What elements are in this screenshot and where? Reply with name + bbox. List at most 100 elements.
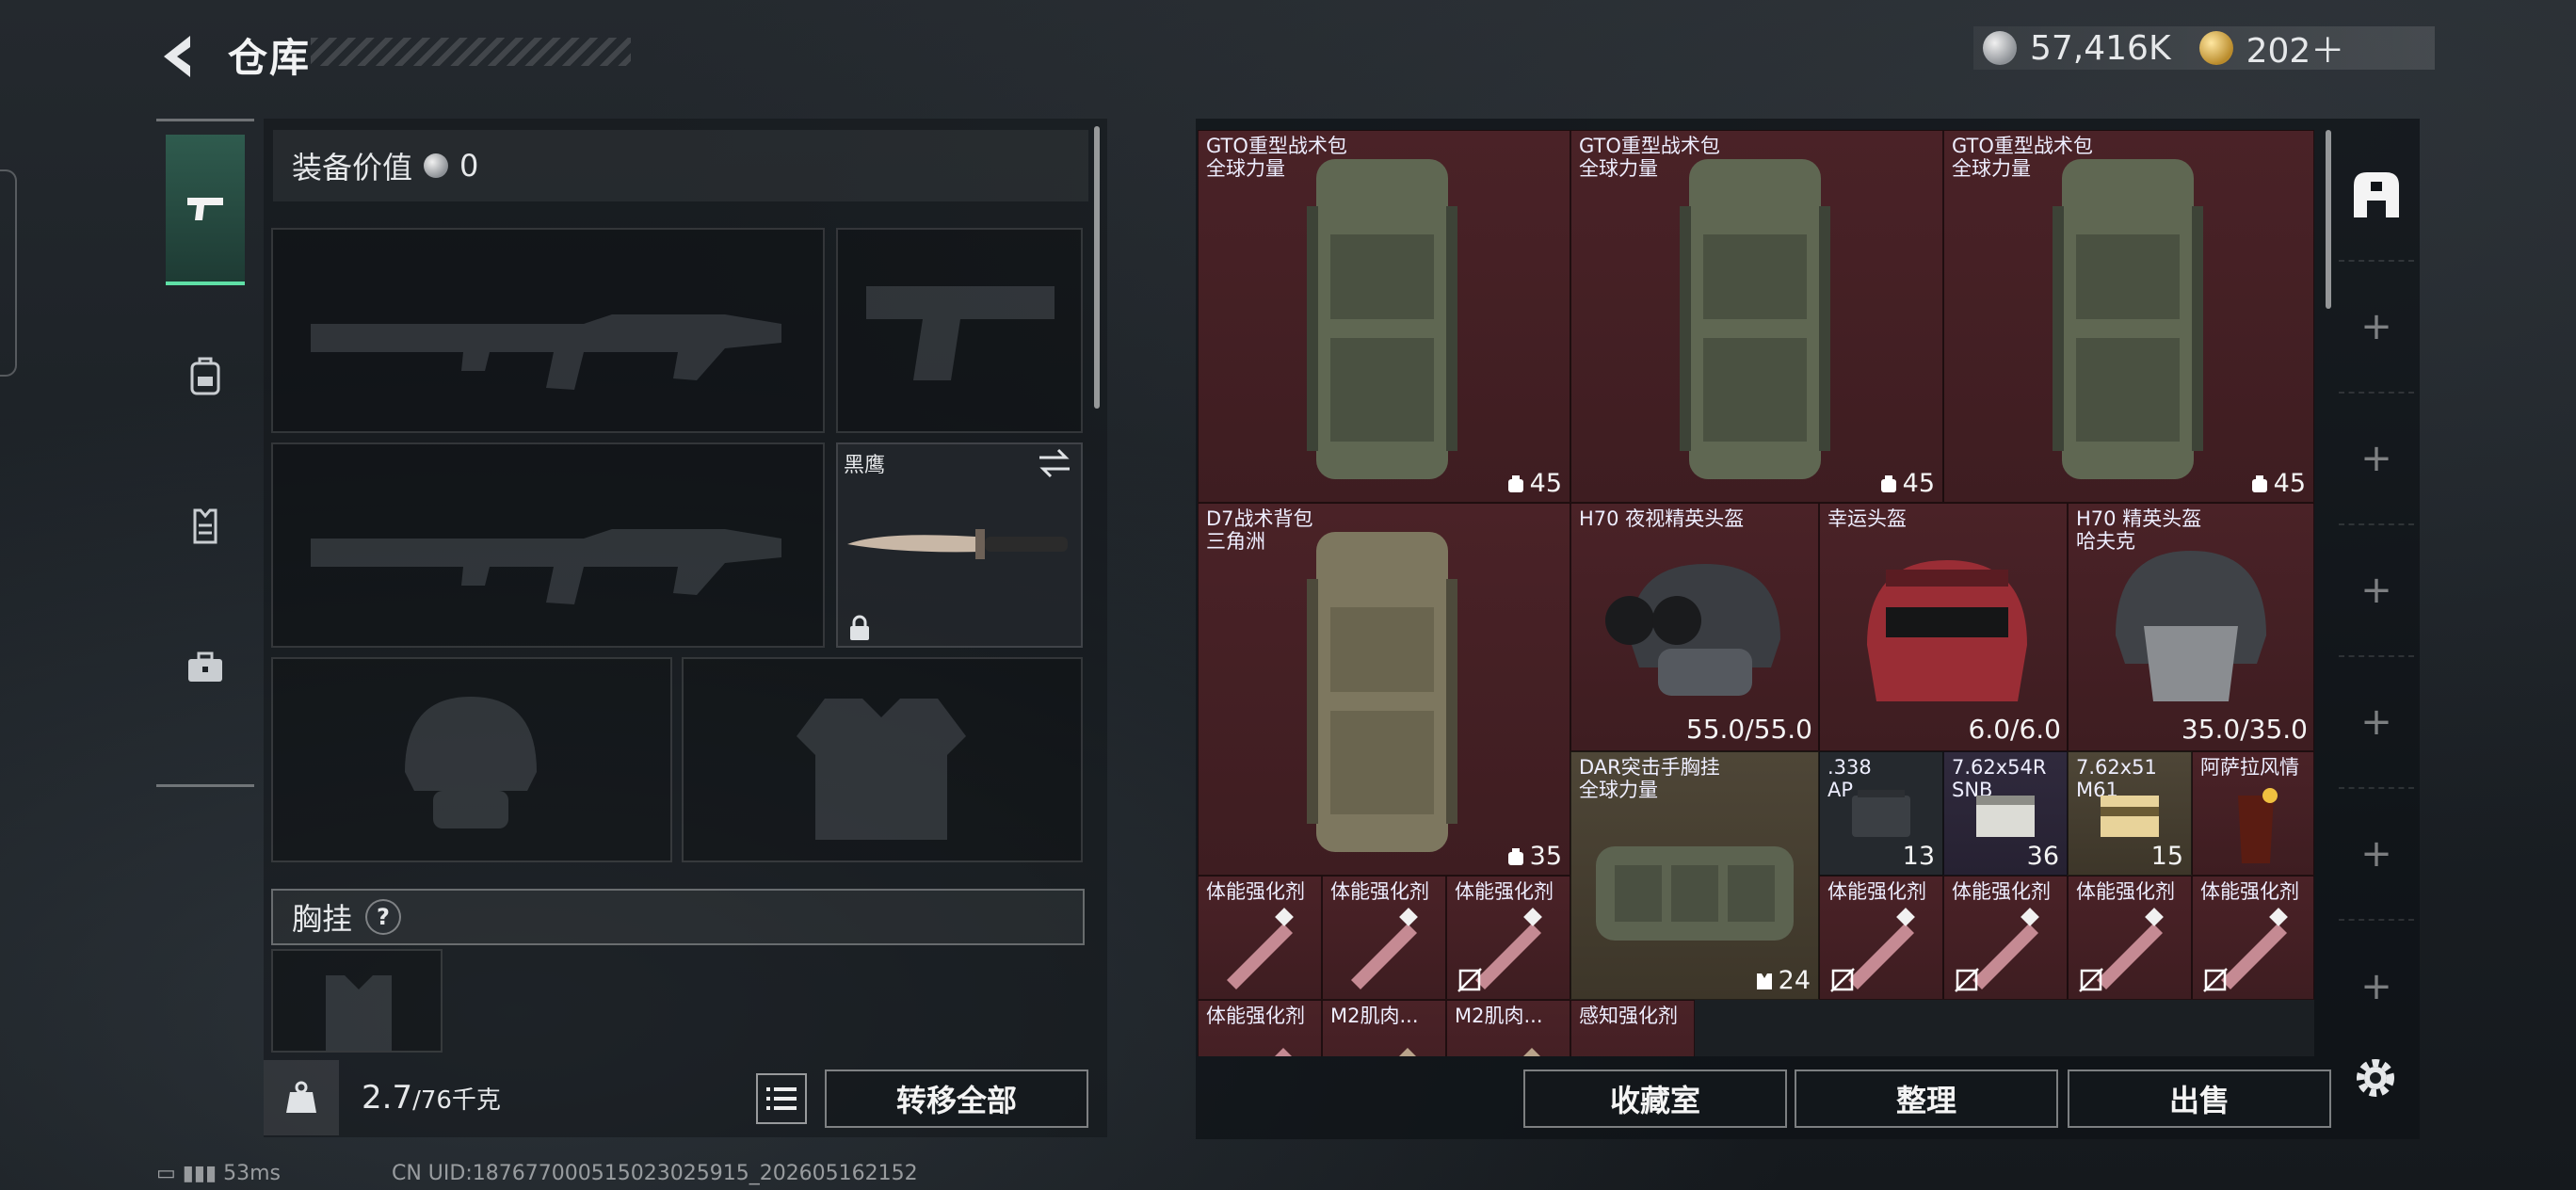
weight-indicator	[264, 1060, 339, 1135]
drink-glass-icon	[2238, 788, 2278, 863]
item-quantity: 35	[1505, 842, 1562, 871]
item-quantity: 45	[2249, 469, 2306, 498]
stash-item-stimulant[interactable]: M2肌肉...	[1322, 1000, 1446, 1056]
stash-item-stimulant[interactable]: 体能强化剂	[1819, 876, 1943, 1000]
stash-item-stimulant[interactable]: 体能强化剂	[2192, 876, 2314, 1000]
sidebar-item-toolbox[interactable]	[166, 592, 245, 743]
sidebar-item-weapons[interactable]	[166, 135, 245, 285]
help-badge[interactable]: ?	[365, 899, 402, 935]
add-stash-page-button[interactable]: +	[2339, 394, 2414, 525]
stash-item-stimulant[interactable]: 体能强化剂	[1943, 876, 2068, 1000]
item-durability: 6.0/6.0	[1968, 714, 2062, 745]
tactical-backpack-icon	[1680, 159, 1830, 479]
plus-icon: +	[2360, 437, 2392, 480]
pistol-icon	[187, 198, 223, 220]
syringe-icon	[1275, 1048, 1292, 1056]
stash-scrollbar[interactable]	[2326, 130, 2331, 309]
pistol-silhouette-icon	[866, 286, 1055, 380]
stash-item-backpack[interactable]: D7战术背包 三角洲 35	[1198, 503, 1570, 876]
backpack-icon	[190, 357, 220, 395]
stash-page-rail: + + + + + +	[2339, 130, 2414, 1034]
gear-icon[interactable]	[2350, 1053, 2401, 1103]
tactical-backpack-icon	[1307, 159, 1457, 479]
network-status: ▭ ▮▮▮ 53ms	[156, 1162, 281, 1185]
sidebar-item-armor[interactable]	[166, 451, 245, 602]
rifle-silhouette-icon	[311, 314, 781, 390]
list-view-button[interactable]	[756, 1073, 807, 1124]
title-decoration	[311, 38, 631, 66]
night-vision-helmet-icon	[1605, 564, 1780, 696]
ammo-box-icon	[2101, 796, 2159, 837]
primary-weapon-slot[interactable]	[271, 228, 825, 433]
item-name: 7.62x51	[2076, 756, 2157, 779]
syringe-icon	[1399, 1048, 1416, 1056]
ammo-can-icon	[1852, 790, 1910, 837]
tactical-backpack-icon	[1307, 532, 1457, 852]
stash-item-stimulant[interactable]: 感知强化剂	[1570, 1000, 1695, 1056]
item-name: 体能强化剂	[1206, 1005, 1305, 1027]
transfer-all-button[interactable]: 转移全部	[825, 1069, 1088, 1128]
swap-icon[interactable]	[1036, 446, 1073, 480]
lock-icon	[850, 615, 869, 640]
item-name: 感知强化剂	[1579, 1005, 1678, 1027]
stash-item-chest-rig[interactable]: DAR突击手胸挂 全球力量 24	[1570, 751, 1819, 1000]
sidebar-item-backpack[interactable]	[166, 300, 245, 451]
chest-rig-silhouette-icon	[326, 975, 392, 1051]
syringe-icon	[1227, 908, 1294, 989]
stash-item-stimulant[interactable]: 体能强化剂	[1198, 876, 1322, 1000]
helmet-slot[interactable]	[271, 657, 672, 862]
item-name: 体能强化剂	[1330, 880, 1429, 903]
organize-button[interactable]: 整理	[1795, 1069, 2058, 1128]
stash-item-ammo[interactable]: .338 AP 13	[1819, 751, 1943, 876]
stash-item-helmet[interactable]: H70 精英头盔 哈夫克 35.0/35.0	[2068, 503, 2314, 751]
equipment-scrollbar[interactable]	[1094, 126, 1100, 409]
item-subtitle: 全球力量	[1579, 779, 1658, 801]
stash-item-backpack[interactable]: GTO重型战术包 全球力量 45	[1943, 130, 2314, 503]
gold-coin-icon	[2198, 31, 2233, 65]
side-drawer-handle[interactable]	[0, 169, 17, 377]
add-stash-page-button[interactable]: +	[2339, 789, 2414, 921]
add-stash-page-button[interactable]: +	[2339, 525, 2414, 657]
plus-icon: +	[2360, 965, 2392, 1008]
add-stash-page-button[interactable]: +	[2339, 657, 2414, 789]
equipment-value: 0	[459, 148, 479, 184]
item-name: 体能强化剂	[1206, 880, 1305, 903]
stash-item-stimulant[interactable]: 体能强化剂	[1322, 876, 1446, 1000]
back-button[interactable]	[151, 28, 207, 85]
item-name: D7战术背包	[1206, 507, 1313, 530]
stash-item-ammo[interactable]: 7.62x54R SNB 36	[1943, 751, 2068, 876]
item-name: H70 夜视精英头盔	[1579, 507, 1745, 530]
stash-item-stimulant[interactable]: 体能强化剂	[2068, 876, 2192, 1000]
item-name: 体能强化剂	[1827, 880, 1926, 903]
add-stash-page-button[interactable]: +	[2339, 262, 2414, 394]
syringe-icon	[1523, 1048, 1540, 1056]
pistol-slot[interactable]	[836, 228, 1083, 433]
chest-rig-label: 胸挂	[292, 901, 353, 937]
stash-page-home[interactable]	[2339, 130, 2414, 262]
toolbox-icon	[188, 651, 222, 682]
stash-item-stimulant[interactable]: 体能强化剂	[1198, 1000, 1322, 1056]
current-weight: 2.7	[362, 1079, 413, 1117]
tactical-backpack-icon	[2053, 159, 2203, 479]
max-weight: /76千克	[412, 1086, 501, 1115]
stash-item-stimulant[interactable]: M2肌肉...	[1446, 1000, 1570, 1056]
sell-button[interactable]: 出售	[2068, 1069, 2331, 1128]
chest-rig-slot[interactable]	[271, 949, 443, 1053]
stash-item-helmet[interactable]: H70 夜视精英头盔 55.0/55.0	[1570, 503, 1819, 751]
stash-item-helmet[interactable]: 幸运头盔 6.0/6.0	[1819, 503, 2068, 751]
capacity-icon	[1507, 474, 1523, 492]
capacity-icon	[1507, 847, 1523, 865]
add-stash-page-button[interactable]: +	[2339, 921, 2414, 1053]
capacity-icon	[1880, 474, 1896, 492]
stash-item-backpack[interactable]: GTO重型战术包 全球力量 45	[1198, 130, 1570, 503]
stash-item-backpack[interactable]: GTO重型战术包 全球力量 45	[1570, 130, 1943, 503]
body-armor-slot[interactable]	[682, 657, 1083, 862]
stash-item-ammo[interactable]: 7.62x51 M61 15	[2068, 751, 2192, 876]
secondary-weapon-slot[interactable]	[271, 442, 825, 648]
stash-item-drink[interactable]: 阿萨拉风情	[2192, 751, 2314, 876]
currency-bar[interactable]: 57,416K 202＋	[1973, 26, 2435, 71]
helmet-silhouette-icon	[405, 697, 537, 828]
stash-item-stimulant[interactable]: 体能强化剂	[1446, 876, 1570, 1000]
collection-room-button[interactable]: 收藏室	[1523, 1069, 1787, 1128]
item-name: M2肌肉...	[1330, 1005, 1419, 1027]
